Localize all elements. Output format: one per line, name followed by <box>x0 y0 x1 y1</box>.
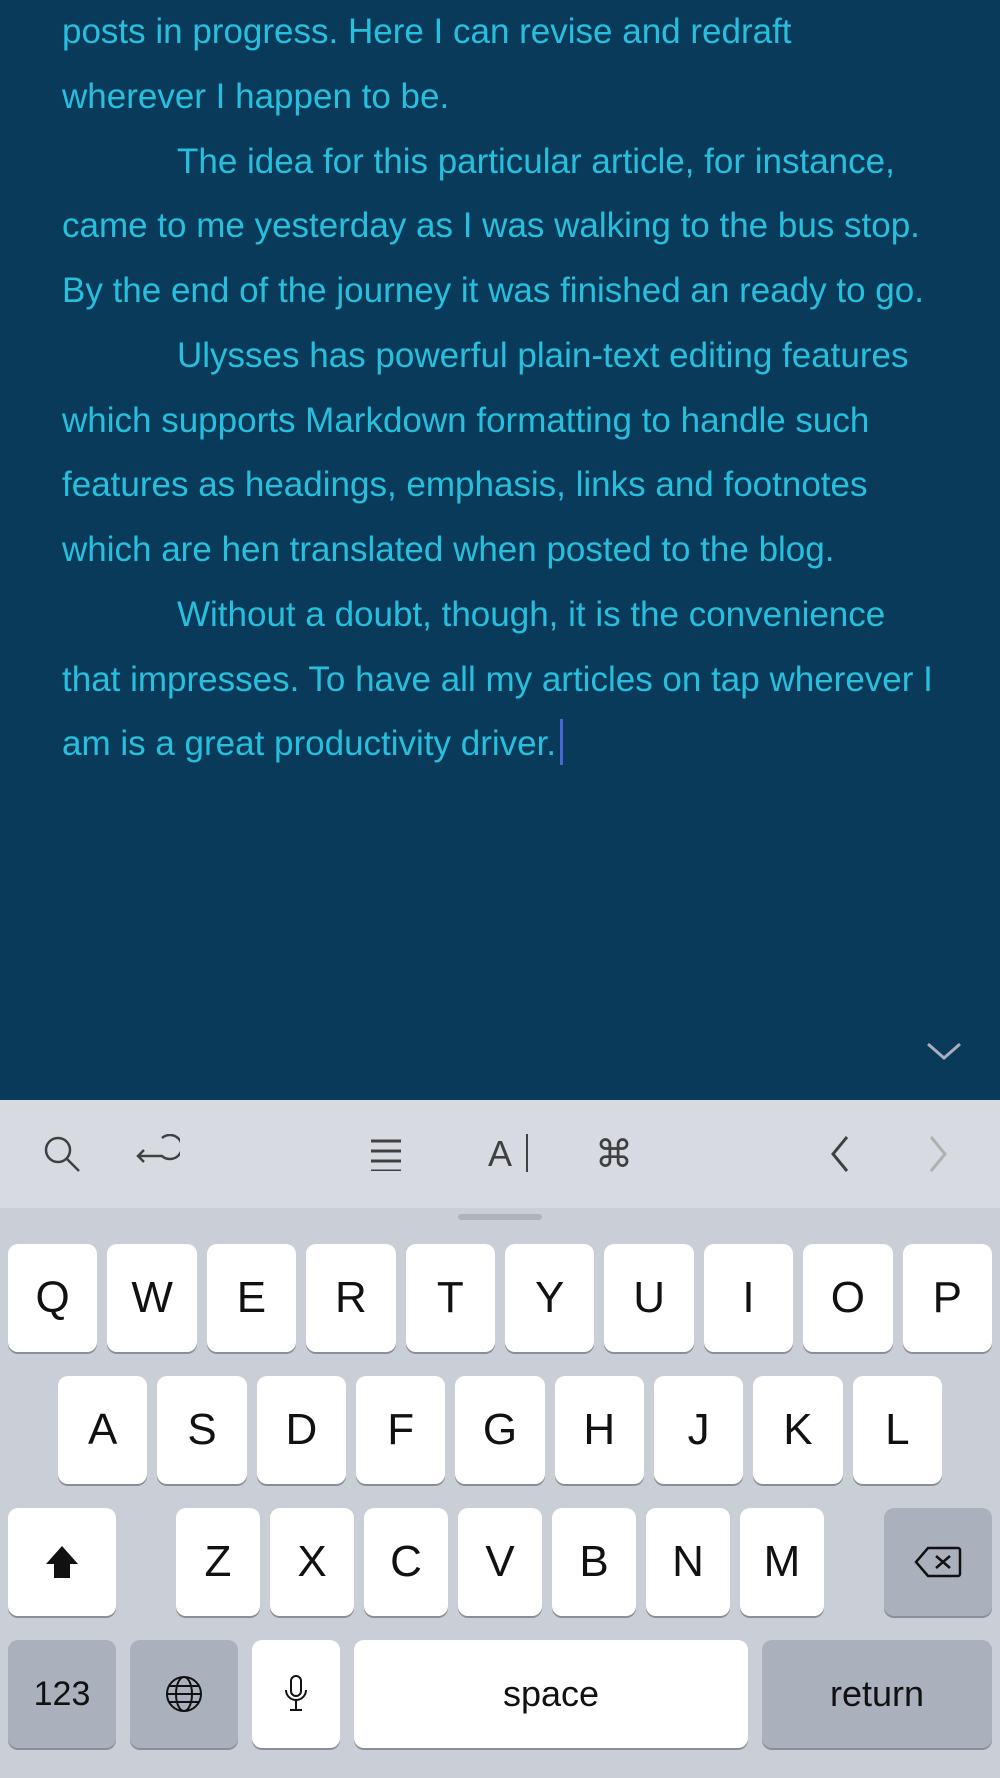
microphone-icon <box>282 1674 310 1714</box>
key-o[interactable]: O <box>803 1244 892 1352</box>
command-button[interactable]: ⌘ <box>590 1130 638 1178</box>
undo-button[interactable] <box>134 1130 182 1178</box>
command-icon: ⌘ <box>595 1132 633 1177</box>
key-l[interactable]: L <box>853 1376 942 1484</box>
key-e[interactable]: E <box>207 1244 296 1352</box>
key-q[interactable]: Q <box>8 1244 97 1352</box>
text-format-label: A <box>488 1133 512 1175</box>
chevron-left-icon <box>829 1135 851 1173</box>
key-g[interactable]: G <box>455 1376 544 1484</box>
key-u[interactable]: U <box>604 1244 693 1352</box>
key-n[interactable]: N <box>646 1508 730 1616</box>
key-w[interactable]: W <box>107 1244 196 1352</box>
undo-icon <box>136 1134 180 1174</box>
key-b[interactable]: B <box>552 1508 636 1616</box>
search-button[interactable] <box>38 1130 86 1178</box>
key-space[interactable]: space <box>354 1640 748 1748</box>
paragraph[interactable]: Ulysses has powerful plain-text editing … <box>62 324 938 583</box>
key-p[interactable]: P <box>903 1244 992 1352</box>
key-y[interactable]: Y <box>505 1244 594 1352</box>
keyboard-grabber[interactable] <box>458 1214 542 1220</box>
search-icon <box>42 1134 82 1174</box>
paragraph[interactable]: Without a doubt, though, it is the conve… <box>62 583 938 777</box>
key-m[interactable]: M <box>740 1508 824 1616</box>
keyboard-row-1: Q W E R T Y U I O P <box>8 1244 992 1352</box>
paragraph[interactable]: The idea for this particular article, fo… <box>62 130 938 324</box>
globe-icon <box>164 1674 204 1714</box>
key-a[interactable]: A <box>58 1376 147 1484</box>
chevron-down-icon <box>926 1042 962 1062</box>
chevron-right-icon <box>927 1135 949 1173</box>
key-return[interactable]: return <box>762 1640 992 1748</box>
keyboard: Q W E R T Y U I O P A S D F G H J K L Z … <box>0 1208 1000 1778</box>
key-z[interactable]: Z <box>176 1508 260 1616</box>
key-c[interactable]: C <box>364 1508 448 1616</box>
text-format-button[interactable]: A <box>476 1130 524 1178</box>
nav-back-button[interactable] <box>816 1130 864 1178</box>
keyboard-row-3: Z X C V B N M <box>8 1508 992 1616</box>
lines-icon <box>369 1137 403 1171</box>
nav-forward-button[interactable] <box>914 1130 962 1178</box>
paragraph[interactable]: posts in progress. Here I can revise and… <box>62 0 938 130</box>
editor-area[interactable]: posts in progress. Here I can revise and… <box>0 0 1000 1100</box>
key-k[interactable]: K <box>753 1376 842 1484</box>
key-123[interactable]: 123 <box>8 1640 116 1748</box>
keyboard-accessory-bar: A ⌘ <box>0 1100 1000 1208</box>
key-h[interactable]: H <box>555 1376 644 1484</box>
paragraph-text: Without a doubt, though, it is the conve… <box>62 595 933 764</box>
shift-icon <box>42 1542 82 1582</box>
caret-icon <box>526 1134 528 1172</box>
scroll-down-button[interactable] <box>926 1034 962 1070</box>
keyboard-row-2: A S D F G H J K L <box>8 1376 992 1484</box>
key-r[interactable]: R <box>306 1244 395 1352</box>
key-v[interactable]: V <box>458 1508 542 1616</box>
key-dictation[interactable] <box>252 1640 340 1748</box>
key-globe[interactable] <box>130 1640 238 1748</box>
key-i[interactable]: I <box>704 1244 793 1352</box>
key-shift[interactable] <box>8 1508 116 1616</box>
text-cursor <box>560 719 563 765</box>
keyboard-row-4: 123 space return <box>8 1640 992 1748</box>
key-t[interactable]: T <box>406 1244 495 1352</box>
key-backspace[interactable] <box>884 1508 992 1616</box>
backspace-icon <box>914 1544 962 1580</box>
paragraph-style-button[interactable] <box>362 1130 410 1178</box>
key-d[interactable]: D <box>257 1376 346 1484</box>
key-j[interactable]: J <box>654 1376 743 1484</box>
key-s[interactable]: S <box>157 1376 246 1484</box>
key-x[interactable]: X <box>270 1508 354 1616</box>
key-f[interactable]: F <box>356 1376 445 1484</box>
